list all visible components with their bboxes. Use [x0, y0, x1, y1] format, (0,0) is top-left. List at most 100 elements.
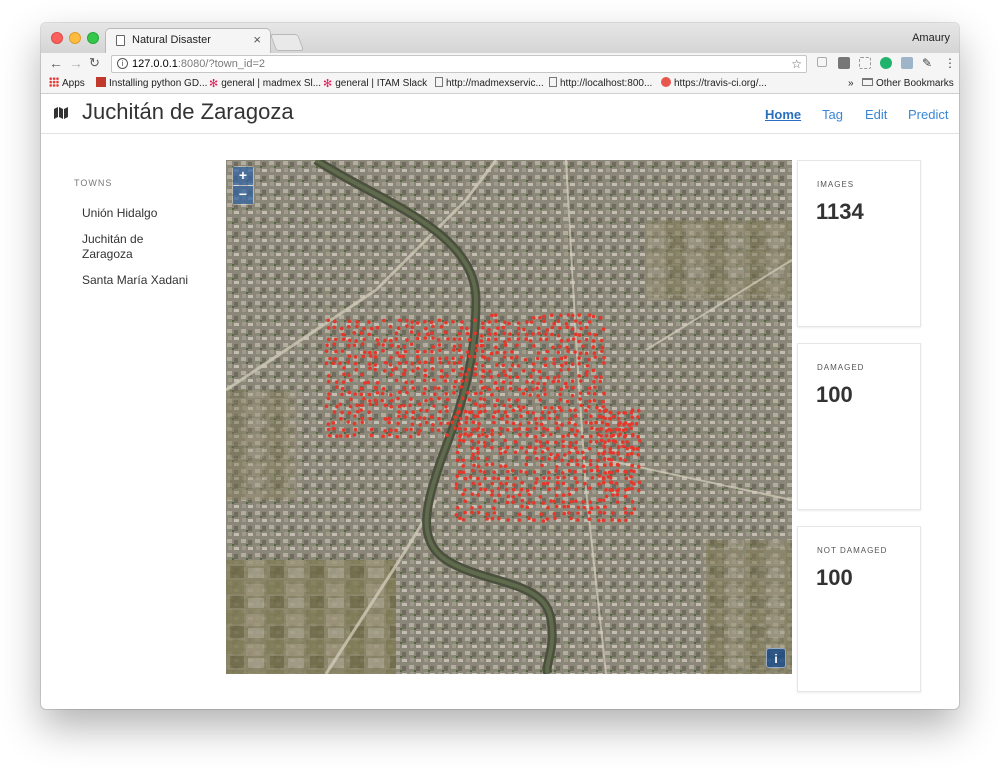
reload-icon[interactable]: ↻	[89, 55, 100, 71]
grammarly-icon[interactable]	[880, 57, 892, 69]
eyedropper-icon[interactable]: ✎	[922, 57, 934, 69]
bookmarks-overflow-button[interactable]: »	[848, 75, 854, 93]
bookmark-item[interactable]: ✻ general | madmex Sl...	[209, 75, 321, 93]
damage-marker	[433, 386, 437, 390]
damage-marker	[543, 392, 547, 397]
back-arrow-icon[interactable]: ←	[49, 55, 63, 71]
damage-marker	[553, 516, 557, 521]
bookmark-star-icon[interactable]: ☆	[791, 56, 802, 72]
bookmark-item[interactable]: http://madmexservic...	[435, 75, 544, 93]
damage-marker	[601, 480, 606, 485]
damage-marker	[525, 380, 529, 384]
damage-marker	[476, 493, 481, 497]
nav-predict[interactable]: Predict	[908, 107, 948, 122]
damage-marker	[587, 446, 592, 451]
damage-marker	[490, 489, 494, 493]
forward-arrow-icon[interactable]: →	[69, 55, 83, 71]
satellite-map[interactable]: + − i	[226, 160, 792, 674]
stat-label: IMAGES	[817, 180, 855, 189]
nav-home[interactable]: Home	[765, 107, 801, 122]
damage-marker	[443, 330, 448, 335]
extension-shield-icon[interactable]	[817, 57, 827, 67]
damage-marker	[326, 326, 331, 330]
damage-marker	[601, 361, 606, 365]
damage-marker	[505, 476, 510, 481]
damage-marker	[423, 319, 427, 324]
damage-marker	[568, 417, 573, 421]
damage-marker	[544, 332, 548, 336]
damage-marker	[571, 337, 576, 341]
bookmark-item[interactable]: Installing python GD...	[96, 75, 207, 93]
damage-marker	[324, 404, 329, 409]
maximize-window-button[interactable]	[87, 32, 99, 44]
zoom-in-button[interactable]: +	[233, 167, 253, 185]
nav-edit[interactable]: Edit	[865, 107, 887, 122]
damage-marker	[376, 342, 381, 346]
damage-marker	[340, 386, 345, 391]
nav-tag[interactable]: Tag	[822, 107, 843, 122]
map-info-button[interactable]: i	[766, 648, 786, 668]
bookmark-item[interactable]: ✻ general | ITAM Slack	[323, 75, 427, 93]
damage-marker	[457, 332, 461, 336]
damage-marker	[518, 422, 523, 427]
other-bookmarks[interactable]: Other Bookmarks	[862, 75, 954, 93]
damage-marker	[527, 492, 531, 497]
bookmark-item[interactable]: http://localhost:800...	[549, 75, 652, 93]
tab-close-icon[interactable]: ×	[253, 29, 261, 51]
damage-marker	[573, 319, 578, 323]
close-window-button[interactable]	[51, 32, 63, 44]
damage-marker	[588, 458, 593, 463]
damage-marker	[362, 350, 367, 355]
damage-marker	[459, 326, 464, 330]
damage-marker	[482, 470, 487, 475]
town-item-juchitan[interactable]: Juchitán de Zaragoza	[82, 232, 182, 262]
slack-icon: ✻	[323, 78, 333, 90]
damage-marker	[480, 334, 484, 338]
damage-marker	[608, 450, 613, 455]
zoom-out-button[interactable]: −	[233, 186, 253, 204]
address-bar[interactable]: i 127.0.0.1:8080/?town_id=2 ☆	[111, 55, 807, 73]
damage-marker	[604, 487, 608, 492]
profile-name[interactable]: Amaury	[912, 32, 950, 44]
town-item-union-hidalgo[interactable]: Unión Hidalgo	[82, 206, 202, 221]
damage-marker	[396, 421, 400, 426]
damage-marker	[636, 435, 640, 439]
damage-marker	[487, 387, 492, 392]
damage-marker	[629, 426, 633, 431]
minimize-window-button[interactable]	[69, 32, 81, 44]
damage-marker	[581, 500, 585, 504]
extension-dashed-icon[interactable]	[859, 57, 871, 69]
damage-marker	[473, 391, 478, 396]
damage-marker	[589, 421, 593, 426]
bookmark-item[interactable]: https://travis-ci.org/...	[661, 75, 767, 93]
bookmark-apps[interactable]: Apps	[49, 75, 85, 93]
town-item-santa-maria-xadani[interactable]: Santa María Xadani	[82, 273, 202, 288]
damage-marker	[560, 423, 564, 427]
damage-marker	[553, 456, 558, 460]
damage-marker	[457, 337, 462, 341]
damage-marker	[510, 350, 514, 354]
damage-marker	[444, 404, 448, 409]
damage-marker	[452, 337, 457, 341]
damage-marker	[562, 475, 566, 480]
new-tab-button[interactable]	[269, 34, 305, 51]
damage-marker	[461, 439, 466, 443]
damage-marker	[549, 452, 553, 457]
damage-marker	[341, 380, 346, 384]
damage-marker	[411, 410, 416, 415]
browser-tab[interactable]: Natural Disaster ×	[105, 28, 271, 53]
damage-marker	[373, 398, 378, 402]
damage-marker	[517, 387, 522, 392]
damage-marker	[525, 433, 529, 437]
extension-image-icon[interactable]	[901, 57, 913, 69]
menu-dots-icon[interactable]: ⋮	[944, 57, 956, 69]
damage-marker	[478, 469, 483, 473]
damage-marker	[623, 411, 627, 415]
damage-marker	[528, 393, 532, 397]
damage-marker	[559, 338, 564, 343]
damage-marker	[616, 487, 621, 492]
damage-marker	[464, 420, 469, 425]
info-icon[interactable]: i	[117, 58, 128, 69]
damage-marker	[453, 415, 457, 420]
extension-square-icon[interactable]	[838, 57, 850, 69]
